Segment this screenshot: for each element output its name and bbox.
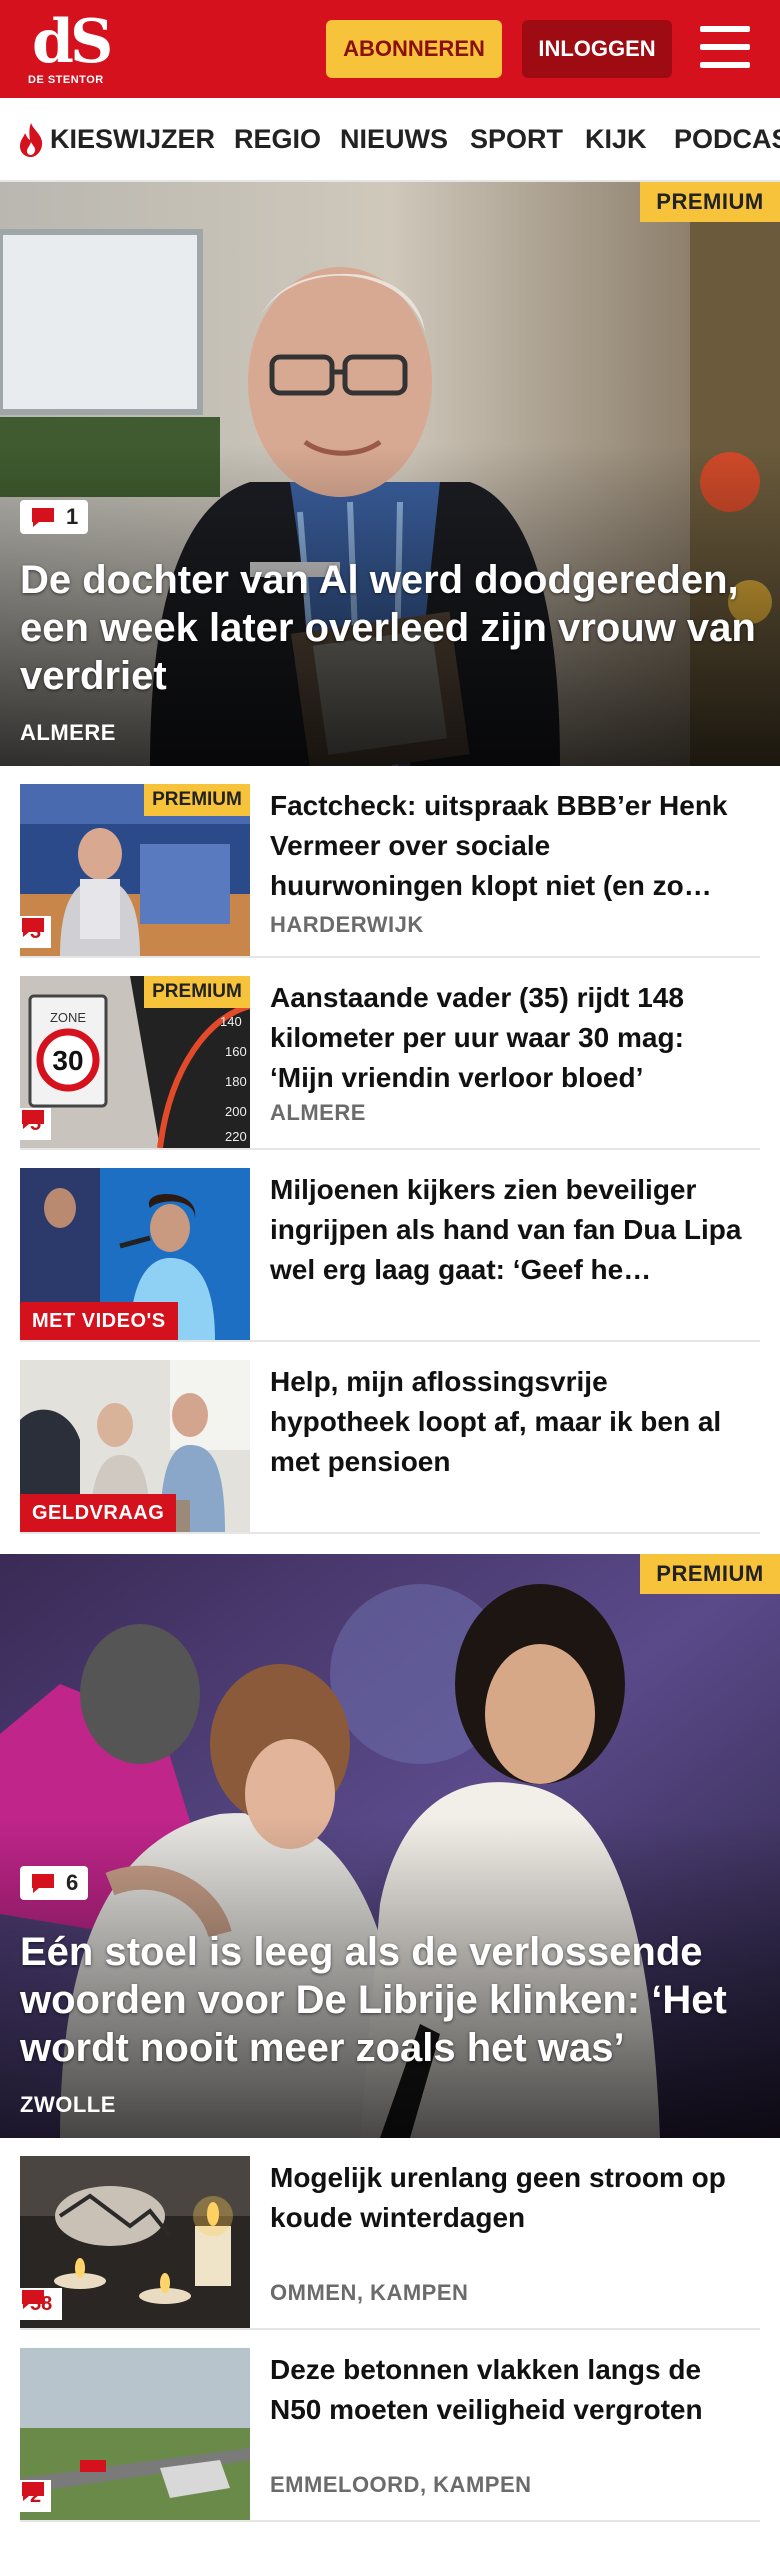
comment-icon [22,2290,44,2309]
comment-count[interactable]: 2 [20,2480,52,2512]
comment-count[interactable]: 58 [20,2288,63,2320]
comment-count[interactable]: 1 [20,500,89,534]
hamburger-menu-icon[interactable] [700,24,750,70]
svg-text:ZONE: ZONE [50,1010,86,1025]
article-thumbnail: MET VIDEO'S [20,1168,250,1340]
svg-text:200: 200 [225,1104,247,1119]
article-title[interactable]: Help, mijn aflossingsvrije hypotheek loo… [270,1362,750,1482]
comment-icon [22,1110,44,1129]
comment-icon [32,1874,54,1893]
comment-count-value: 1 [66,504,79,529]
list-item[interactable]: PREMIUM 3 Factcheck: uitspraak BBB’er He… [20,784,760,958]
svg-text:180: 180 [225,1074,247,1089]
article-thumbnail: ZONE 30 140 160 180 200 220 PREMIUM 5 [20,976,250,1148]
article-thumbnail: 2 [20,2348,250,2520]
premium-badge: PREMIUM [640,1554,780,1594]
svg-text:30: 30 [52,1045,83,1076]
svg-text:140: 140 [220,1014,242,1029]
article-title[interactable]: Mogelijk urenlang geen stroom op koude w… [270,2158,750,2238]
premium-badge: PREMIUM [144,976,250,1008]
nav-item-nieuws[interactable]: NIEUWS [340,124,448,155]
subscribe-button[interactable]: ABONNEREN [326,20,502,78]
article-title[interactable]: Aanstaande vader (35) rijdt 148 kilomete… [270,978,750,1098]
nav-item-sport[interactable]: SPORT [470,124,563,155]
nav-item-regio[interactable]: REGIO [234,124,321,155]
logo-mark: dS [32,7,113,77]
hero-article[interactable]: PREMIUM 6 Eén stoel is leeg als de verlo… [0,1554,780,2138]
article-location: EMMELOORD, KAMPEN [270,2472,532,2497]
thumbnail-image [20,2348,250,2520]
svg-text:220: 220 [225,1129,247,1144]
list-item[interactable]: GELDVRAAG Help, mijn aflossingsvrije hyp… [20,1360,760,1534]
article-location: OMMEN, KAMPEN [270,2280,469,2305]
nav-item-podcast[interactable]: PODCAST [674,124,780,155]
hero-location: ZWOLLE [20,2092,116,2117]
comment-count[interactable]: 3 [20,916,52,948]
nav-item-kieswijzer[interactable]: KIESWIJZER [50,124,215,155]
hero-title[interactable]: De dochter van Al werd doodgereden, een … [20,556,760,700]
hero-title[interactable]: Eén stoel is leeg als de verlossende woo… [20,1928,760,2072]
comment-icon [32,508,54,527]
article-thumbnail: PREMIUM 3 [20,784,250,956]
comment-count[interactable]: 6 [20,1866,89,1900]
article-location: HARDERWIJK [270,912,424,937]
article-title[interactable]: Factcheck: uitspraak BBB’er Henk Vermeer… [270,786,750,906]
svg-text:160: 160 [225,1044,247,1059]
list-item[interactable]: ZONE 30 140 160 180 200 220 PREMIUM 5 Aa… [20,976,760,1150]
article-title[interactable]: Deze betonnen vlakken langs de N50 moete… [270,2350,750,2430]
site-header: dS DE STENTOR ABONNEREN INLOGGEN [0,0,780,98]
login-button[interactable]: INLOGGEN [522,20,672,78]
premium-badge: PREMIUM [640,182,780,222]
premium-badge: PREMIUM [144,784,250,816]
article-thumbnail: GELDVRAAG [20,1360,250,1532]
hero-article[interactable]: PREMIUM 1 De dochter van Al werd doodger… [0,182,780,766]
nav-item-kijk[interactable]: KIJK [585,124,647,155]
comment-count-value: 6 [66,1870,79,1895]
comment-icon [22,2482,44,2501]
logo-subtitle: DE STENTOR [28,74,104,86]
main-navigation: KIESWIJZER REGIO NIEUWS SPORT KIJK PODCA… [0,98,780,182]
geldvraag-tag: GELDVRAAG [20,1494,177,1532]
article-thumbnail: 58 [20,2156,250,2328]
article-location: ALMERE [270,1100,366,1125]
article-title[interactable]: Miljoenen kijkers zien beveiliger ingrij… [270,1170,750,1290]
list-item[interactable]: 58 Mogelijk urenlang geen stroom op koud… [20,2156,760,2330]
site-logo[interactable]: dS DE STENTOR [26,12,116,88]
list-item[interactable]: 2 Deze betonnen vlakken langs de N50 moe… [20,2348,760,2522]
comment-icon [22,918,44,937]
flame-icon [20,123,43,157]
hero-location: ALMERE [20,720,116,745]
comment-count[interactable]: 5 [20,1108,52,1140]
list-item[interactable]: MET VIDEO'S Miljoenen kijkers zien bevei… [20,1168,760,1342]
video-tag: MET VIDEO'S [20,1302,178,1340]
